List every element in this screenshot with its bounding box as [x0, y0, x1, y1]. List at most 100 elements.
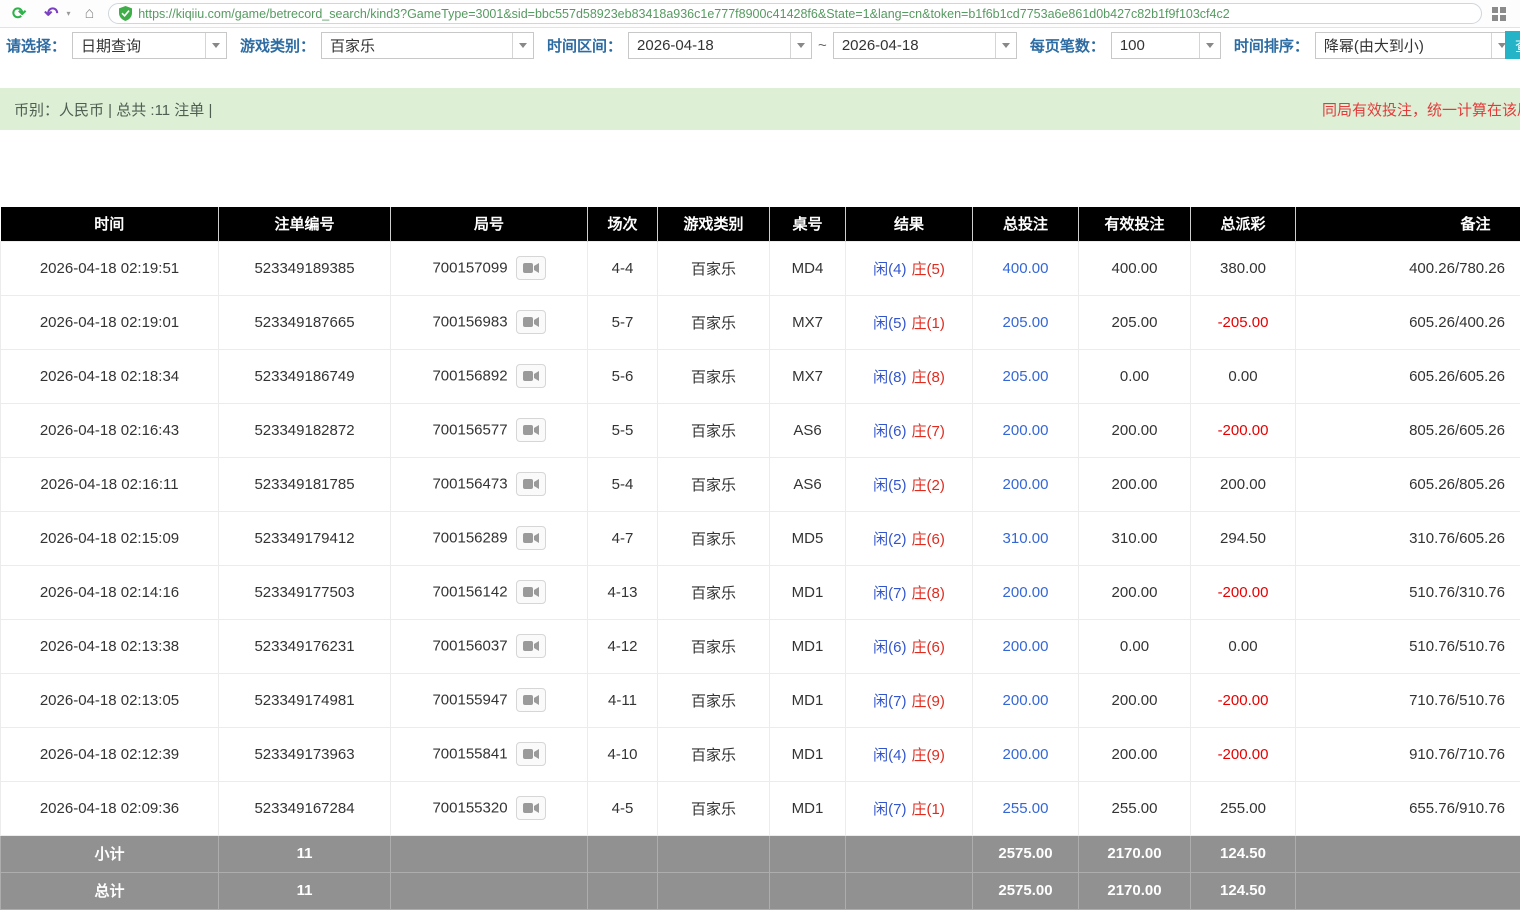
game-type-dropdown[interactable]: 百家乐	[321, 32, 534, 59]
cell-round-id: 700155320	[391, 781, 588, 835]
valid-bet-notice-text: 同局有效投注，统一计算在该局第	[1322, 99, 1520, 120]
cell-bet-id: 523349187665	[219, 295, 391, 349]
cell-bet-id: 523349182872	[219, 403, 391, 457]
summary-total-bet: 2575.00	[973, 872, 1079, 909]
cell-time: 2026-04-18 02:16:43	[1, 403, 219, 457]
result-banker: 庄(9)	[912, 693, 945, 710]
round-id-text: 700156983	[432, 314, 507, 331]
cell-total-bet: 200.00	[973, 727, 1079, 781]
cell-valid-bet: 200.00	[1079, 673, 1191, 727]
date-to-dropdown[interactable]: 2026-04-18	[833, 32, 1017, 59]
cell-valid-bet: 200.00	[1079, 565, 1191, 619]
table-row: 2026-04-18 02:13:05 523349174981 7001559…	[1, 673, 1520, 727]
per-page-dropdown[interactable]: 100	[1111, 32, 1221, 59]
chevron-down-icon	[790, 33, 811, 58]
cell-round-id: 700155947	[391, 673, 588, 727]
cell-valid-bet: 255.00	[1079, 781, 1191, 835]
round-id-text: 700156577	[432, 422, 507, 439]
cell-game-type: 百家乐	[658, 457, 770, 511]
result-player: 闲(7)	[873, 801, 906, 818]
cell-payout: -200.00	[1191, 403, 1296, 457]
date-from-value: 2026-04-18	[629, 33, 790, 58]
undo-dropdown-icon[interactable]: ▾	[67, 9, 71, 18]
cell-valid-bet: 200.00	[1079, 403, 1191, 457]
cell-game-type: 百家乐	[658, 295, 770, 349]
result-banker: 庄(8)	[912, 585, 945, 602]
round-id-text: 700156473	[432, 476, 507, 493]
result-player: 闲(8)	[873, 369, 906, 386]
cell-session: 5-6	[588, 349, 658, 403]
cell-game-type: 百家乐	[658, 673, 770, 727]
col-header-total-bet: 总投注	[973, 207, 1079, 241]
url-bar[interactable]: https://kiqiiu.com/game/betrecord_search…	[108, 3, 1482, 24]
extensions-grid-icon[interactable]	[1492, 7, 1506, 21]
video-replay-icon[interactable]	[516, 526, 546, 550]
result-banker: 庄(1)	[912, 801, 945, 818]
home-icon[interactable]: ⌂	[81, 4, 99, 24]
table-row: 2026-04-18 02:16:11 523349181785 7001564…	[1, 457, 1520, 511]
sort-order-dropdown[interactable]: 降幂(由大到小)	[1315, 32, 1513, 59]
cell-session: 4-5	[588, 781, 658, 835]
cell-time: 2026-04-18 02:13:05	[1, 673, 219, 727]
col-header-result: 结果	[846, 207, 973, 241]
filter-bar: 请选择： 日期查询 游戏类别： 百家乐 时间区间： 2026-04-18 ~ 2…	[0, 28, 1520, 62]
summary-count: 11	[219, 835, 391, 872]
video-replay-icon[interactable]	[516, 364, 546, 388]
cell-time: 2026-04-18 02:18:34	[1, 349, 219, 403]
table-row: 2026-04-18 02:16:43 523349182872 7001565…	[1, 403, 1520, 457]
cell-round-id: 700155841	[391, 727, 588, 781]
currency-total-text: 币别：人民币 | 总共 :11 注单 |	[14, 99, 212, 120]
video-replay-icon[interactable]	[516, 742, 546, 766]
result-player: 闲(6)	[873, 639, 906, 656]
security-shield-icon	[119, 6, 132, 21]
video-replay-icon[interactable]	[516, 310, 546, 334]
cell-payout: -205.00	[1191, 295, 1296, 349]
cell-result: 闲(6)庄(6)	[846, 619, 973, 673]
cell-time: 2026-04-18 02:15:09	[1, 511, 219, 565]
cell-payout: 200.00	[1191, 457, 1296, 511]
summary-row: 小计 11 2575.00 2170.00 124.50	[1, 835, 1520, 872]
cell-bet-id: 523349177503	[219, 565, 391, 619]
table-row: 2026-04-18 02:12:39 523349173963 7001558…	[1, 727, 1520, 781]
cell-bet-id: 523349174981	[219, 673, 391, 727]
date-from-dropdown[interactable]: 2026-04-18	[628, 32, 812, 59]
search-button[interactable]: 查询	[1505, 31, 1520, 59]
cell-table-no: MD1	[770, 619, 846, 673]
cell-total-bet: 200.00	[973, 403, 1079, 457]
video-replay-icon[interactable]	[516, 634, 546, 658]
select-type-dropdown[interactable]: 日期查询	[72, 32, 227, 59]
video-replay-icon[interactable]	[516, 256, 546, 280]
cell-round-id: 700156289	[391, 511, 588, 565]
result-banker: 庄(2)	[912, 477, 945, 494]
result-player: 闲(5)	[873, 477, 906, 494]
result-player: 闲(4)	[873, 747, 906, 764]
summary-valid-bet: 2170.00	[1079, 872, 1191, 909]
cell-note: 400.26/780.26	[1296, 241, 1520, 295]
summary-label: 总计	[1, 872, 219, 909]
bet-table-foot: 小计 11 2575.00 2170.00 124.50 总计 11 2575.…	[1, 835, 1520, 909]
result-player: 闲(7)	[873, 585, 906, 602]
sort-order-value: 降幂(由大到小)	[1316, 33, 1491, 58]
table-row: 2026-04-18 02:15:09 523349179412 7001562…	[1, 511, 1520, 565]
cell-total-bet: 205.00	[973, 295, 1079, 349]
cell-time: 2026-04-18 02:16:11	[1, 457, 219, 511]
video-replay-icon[interactable]	[516, 580, 546, 604]
result-banker: 庄(6)	[912, 531, 945, 548]
cell-note: 710.76/510.76	[1296, 673, 1520, 727]
undo-icon[interactable]: ↶	[40, 3, 62, 24]
refresh-icon[interactable]: ⟳	[8, 3, 30, 24]
cell-round-id: 700156892	[391, 349, 588, 403]
video-replay-icon[interactable]	[516, 418, 546, 442]
cell-table-no: MD4	[770, 241, 846, 295]
video-replay-icon[interactable]	[516, 472, 546, 496]
video-replay-icon[interactable]	[516, 688, 546, 712]
cell-table-no: MD1	[770, 673, 846, 727]
summary-bar: 币别：人民币 | 总共 :11 注单 | 同局有效投注，统一计算在该局第	[0, 88, 1520, 130]
video-replay-icon[interactable]	[516, 796, 546, 820]
cell-note: 910.76/710.76	[1296, 727, 1520, 781]
result-player: 闲(4)	[873, 261, 906, 278]
round-id-text: 700155320	[432, 800, 507, 817]
cell-time: 2026-04-18 02:19:51	[1, 241, 219, 295]
cell-valid-bet: 0.00	[1079, 619, 1191, 673]
cell-session: 4-10	[588, 727, 658, 781]
